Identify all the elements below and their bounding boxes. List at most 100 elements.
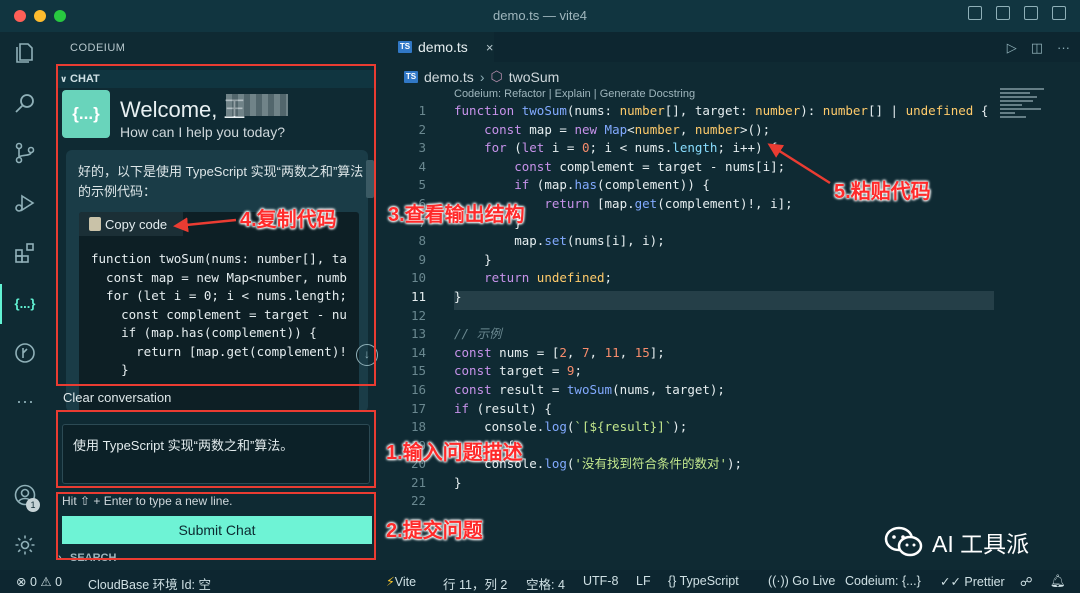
tab-demo-ts[interactable]: TS demo.ts ×: [386, 32, 494, 62]
toggle-sidebar-icon[interactable]: [968, 6, 982, 20]
active-indicator: [0, 284, 2, 324]
warning-count: 0: [55, 575, 63, 589]
toggle-panel-icon[interactable]: [996, 6, 1010, 20]
run-debug-icon[interactable]: [12, 190, 38, 216]
git-graph-icon[interactable]: [12, 340, 38, 366]
breadcrumb-file[interactable]: demo.ts: [424, 69, 474, 85]
typescript-file-icon: TS: [398, 41, 412, 53]
code-line-13: // 示例: [454, 326, 502, 342]
cloudbase-status[interactable]: CloudBase 环境 Id: 空: [88, 574, 211, 593]
code-line-21: }: [454, 474, 462, 490]
line-number: 4: [418, 158, 426, 174]
annotation-step2: 2.提交问题: [386, 520, 483, 542]
editor-actions: ▷ ◫ ···: [1007, 40, 1070, 56]
explorer-icon[interactable]: [12, 40, 38, 66]
feedback-icon[interactable]: ☍: [1020, 574, 1033, 589]
more-actions-icon[interactable]: ···: [1057, 40, 1070, 56]
codeium-icon[interactable]: {...}: [12, 290, 38, 316]
activity-bar: {...} ··· 1: [0, 32, 50, 570]
split-editor-icon[interactable]: ◫: [1031, 40, 1043, 56]
line-number: 21: [410, 474, 426, 490]
line-number: 9: [418, 251, 426, 267]
minimap[interactable]: [1000, 86, 1074, 126]
line-number: 17: [410, 400, 426, 416]
line-number: 12: [410, 307, 426, 323]
code-line-19: } else {: [454, 437, 515, 453]
editor-tab-bar: TS demo.ts × ▷ ◫ ···: [386, 32, 1080, 62]
line-number: 18: [410, 419, 426, 435]
breadcrumb: TS demo.ts › ⬡ twoSum: [404, 68, 559, 85]
encoding-status[interactable]: UTF-8: [583, 574, 618, 588]
error-count: 0: [29, 575, 37, 589]
code-line-8: map.set(nums[i], i);: [454, 233, 665, 249]
line-number: 13: [410, 326, 426, 342]
source-control-icon[interactable]: [12, 140, 38, 166]
annotation-step5: 5.粘贴代码: [834, 181, 931, 203]
code-line-7: }: [454, 214, 522, 230]
close-icon[interactable]: ×: [486, 40, 494, 55]
code-line-1: function twoSum(nums: number[], target: …: [454, 103, 989, 118]
codeium-status[interactable]: Codeium: {...}: [845, 574, 921, 588]
eol-status[interactable]: LF: [636, 574, 651, 588]
run-icon[interactable]: ▷: [1007, 40, 1017, 56]
code-line-10: return undefined;: [484, 270, 613, 286]
cursor-position[interactable]: 行 11，列 2: [443, 574, 507, 593]
code-line-2: const map = new Map<number, number>();: [484, 121, 771, 137]
code-line-18: console.log(`[${result}]`);: [454, 419, 688, 435]
line-number: 16: [410, 381, 426, 397]
layout-controls: [968, 6, 1066, 20]
line-number: 15: [410, 363, 426, 379]
code-line-16: const result = twoSum(nums, target);: [454, 381, 725, 397]
extensions-icon[interactable]: [12, 240, 38, 266]
language-label: TypeScript: [679, 574, 739, 588]
breadcrumb-symbol[interactable]: twoSum: [509, 69, 560, 85]
title-bar: demo.ts — vite4: [0, 0, 1080, 32]
more-icon[interactable]: ···: [12, 388, 38, 414]
code-editor[interactable]: function twoSum(nums: number[], target: …: [454, 102, 988, 511]
settings-gear-icon[interactable]: [12, 532, 38, 558]
cube-icon: ⬡: [490, 68, 503, 84]
window-title: demo.ts — vite4: [493, 8, 587, 23]
line-number: 2: [418, 121, 426, 137]
line-number: 22: [410, 493, 426, 509]
editor-area: TS demo.ts × ▷ ◫ ··· TS demo.ts › ⬡ twoS…: [386, 32, 1080, 570]
annotation-box-submit: [56, 492, 376, 560]
line-number: 8: [418, 233, 426, 249]
go-live-label: Go Live: [792, 574, 836, 588]
code-line-9: }: [454, 251, 492, 267]
code-line-17: if (result) {: [454, 400, 552, 416]
annotation-box-input: [56, 410, 376, 488]
line-number-current: 11: [410, 288, 426, 304]
code-line-4: const complement = target - nums[i];: [514, 158, 786, 174]
line-number: 3: [418, 140, 426, 156]
account-badge: 1: [26, 498, 40, 512]
go-live-status[interactable]: ((·)) Go Live: [768, 574, 835, 588]
search-icon[interactable]: [12, 90, 38, 116]
wechat-icon: [884, 526, 923, 557]
vite-status[interactable]: ⚡Vite: [386, 574, 416, 589]
clear-conversation-link[interactable]: Clear conversation: [63, 390, 171, 405]
notifications-bell-icon[interactable]: 🔔︎: [1050, 574, 1066, 589]
line-number: 10: [410, 270, 426, 286]
indentation-status[interactable]: 空格: 4: [526, 574, 565, 593]
customize-layout-icon[interactable]: [1052, 6, 1066, 20]
prettier-status[interactable]: ✓✓ Prettier: [940, 574, 1005, 589]
annotation-step4: 4.复制代码: [240, 209, 337, 231]
language-mode[interactable]: {} TypeScript: [668, 574, 739, 588]
code-line-14: const nums = [2, 7, 11, 15];: [454, 344, 665, 360]
code-line-11: }: [454, 288, 462, 304]
toggle-secondary-sidebar-icon[interactable]: [1024, 6, 1038, 20]
line-number: 14: [410, 344, 426, 360]
code-line-20: console.log('没有找到符合条件的数对');: [454, 456, 743, 472]
code-line-3: for (let i = 0; i < nums.length; i++) {: [484, 140, 778, 156]
codeium-codelens[interactable]: Codeium: Refactor | Explain | Generate D…: [454, 88, 695, 100]
typescript-file-icon: TS: [404, 70, 418, 83]
tab-label: demo.ts: [418, 39, 468, 55]
status-bar: ⊗ 0 ⚠ 0 CloudBase 环境 Id: 空 ⚡Vite 行 11，列 …: [0, 570, 1080, 593]
code-line-15: const target = 9;: [454, 363, 582, 379]
sidebar-title: CODEIUM: [70, 42, 126, 54]
problems-status[interactable]: ⊗ 0 ⚠ 0: [16, 574, 62, 589]
line-number: 1: [418, 103, 426, 118]
